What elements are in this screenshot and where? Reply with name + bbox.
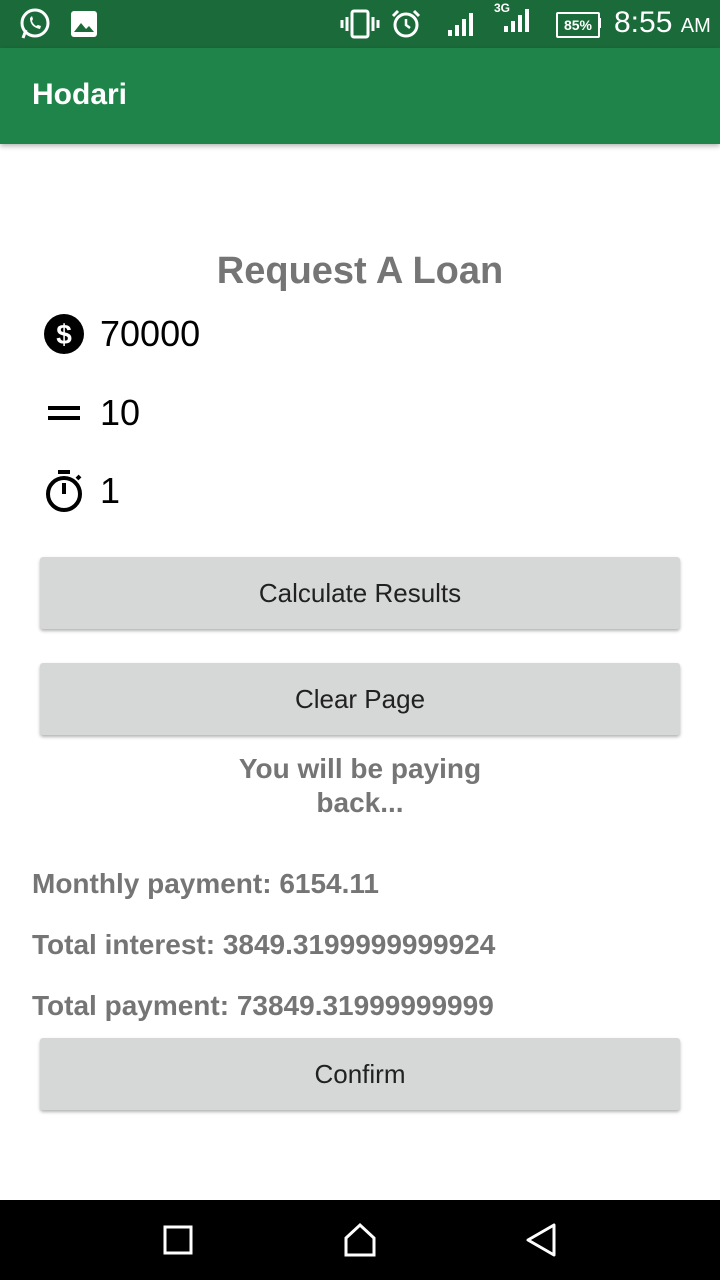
alarm-icon	[390, 8, 422, 40]
clear-page-button[interactable]: Clear Page	[40, 663, 680, 735]
monthly-payment: Monthly payment: 6154.11	[32, 868, 380, 899]
battery-tip	[598, 18, 601, 28]
results-intro: You will be paying back...	[210, 752, 510, 820]
years-input[interactable]: 1	[100, 470, 120, 512]
battery-percentage: 85%	[563, 17, 593, 33]
vibrate-icon	[340, 8, 380, 40]
clock-ampm: AM	[680, 15, 711, 37]
rate-field[interactable]: 10	[42, 389, 140, 437]
equals-icon	[42, 391, 86, 435]
page-title: Request A Loan	[216, 250, 504, 292]
app-title: Hodari	[32, 78, 128, 111]
clock: 8:55 AM	[614, 6, 711, 40]
amount-field[interactable]: $ 70000	[42, 310, 200, 358]
home-icon[interactable]	[340, 1220, 380, 1260]
whatsapp-icon	[18, 8, 52, 40]
results-intro-line1: You will be paying	[238, 753, 482, 784]
image-icon	[70, 8, 98, 40]
navigation-bar	[0, 1200, 720, 1280]
total-interest: Total interest: 3849.3199999999924	[32, 929, 496, 960]
signal-icon	[446, 8, 474, 40]
dollar-icon: $	[42, 312, 86, 356]
timer-icon	[42, 469, 86, 513]
confirm-button[interactable]: Confirm	[40, 1038, 680, 1110]
clock-time: 8:55	[614, 6, 673, 39]
total-payment: Total payment: 73849.31999999999	[32, 990, 494, 1021]
svg-text:$: $	[56, 319, 72, 350]
years-field[interactable]: 1	[42, 467, 120, 515]
back-icon[interactable]	[522, 1220, 562, 1260]
svg-text:3G: 3G	[494, 1, 510, 15]
recents-icon[interactable]	[158, 1220, 198, 1260]
app-bar: Hodari	[0, 48, 720, 144]
calculate-button[interactable]: Calculate Results	[40, 557, 680, 629]
battery-icon: 85%	[556, 12, 600, 38]
status-bar: 3G 85% 8:55 AM	[0, 0, 720, 48]
signal-3g-icon: 3G	[494, 1, 534, 34]
results-intro-line2: back...	[316, 787, 404, 818]
amount-input[interactable]: 70000	[100, 313, 200, 355]
rate-input[interactable]: 10	[100, 392, 140, 434]
